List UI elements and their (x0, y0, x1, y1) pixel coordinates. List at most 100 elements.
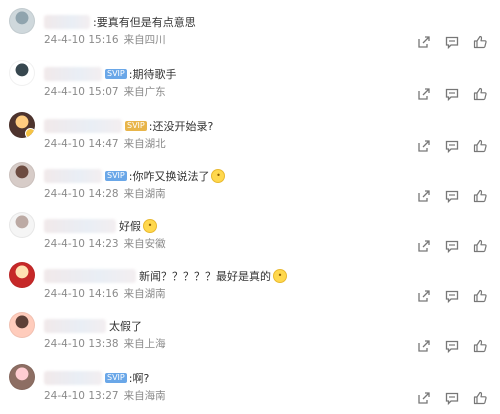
username-blurred[interactable] (44, 319, 106, 333)
comment-location: 来自湖南 (123, 188, 166, 200)
like-button[interactable] (472, 238, 488, 254)
avatar[interactable] (9, 162, 35, 188)
username-blurred[interactable] (44, 219, 116, 233)
like-icon (473, 289, 487, 303)
username-blurred[interactable] (44, 15, 90, 29)
comment-icon (445, 140, 459, 154)
comment-meta: 24-4-10 14:28 来自湖南 (44, 186, 166, 201)
comment-location: 来自安徽 (123, 238, 166, 250)
comment-meta: 24-4-10 14:16 来自湖南 (44, 286, 166, 301)
avatar[interactable] (9, 112, 35, 138)
reply-button[interactable] (444, 138, 460, 154)
share-button[interactable] (416, 86, 432, 102)
comment-line: :要真有但是有点意思 (44, 12, 196, 32)
share-button[interactable] (416, 188, 432, 204)
comment-meta: 24-4-10 13:27 来自海南 (44, 388, 166, 403)
share-button[interactable] (416, 138, 432, 154)
like-icon (473, 391, 487, 405)
comment-time: 14:23 (88, 238, 119, 250)
comment-location: 来自广东 (123, 86, 166, 98)
share-icon (418, 392, 430, 404)
avatar[interactable] (9, 262, 35, 288)
comment-row: SVIP:你咋又换说法了 • 24-4-10 14:28 来自湖南 (0, 160, 500, 212)
reply-button[interactable] (444, 288, 460, 304)
username-blurred[interactable] (44, 67, 102, 81)
comment-time: 14:28 (88, 188, 119, 200)
reply-button[interactable] (444, 390, 460, 406)
like-icon (473, 189, 487, 203)
comment-line: SVIP:啊? (44, 368, 149, 388)
reply-button[interactable] (444, 338, 460, 354)
comment-text: 好假 (119, 220, 141, 233)
avatar[interactable] (9, 8, 35, 34)
avatar[interactable] (9, 212, 35, 238)
like-button[interactable] (472, 86, 488, 102)
share-button[interactable] (416, 34, 432, 50)
comment-actions (416, 34, 488, 50)
comment-line: 新闻？？？？？最好是真的 • (44, 266, 287, 286)
like-button[interactable] (472, 390, 488, 406)
comment-location: 来自四川 (123, 34, 166, 46)
comment-text: :要真有但是有点意思 (93, 16, 196, 29)
like-button[interactable] (472, 34, 488, 50)
share-button[interactable] (416, 288, 432, 304)
comment-time: 13:38 (88, 338, 119, 350)
comment-location: 来自海南 (123, 390, 166, 402)
comment-location: 来自湖南 (123, 288, 166, 300)
comment-time: 14:47 (88, 138, 119, 150)
username-blurred[interactable] (44, 169, 102, 183)
comment-icon (445, 36, 459, 50)
comment-text: 新闻？？？？？最好是真的 (139, 270, 271, 283)
comment-icon (445, 88, 459, 102)
like-button[interactable] (472, 138, 488, 154)
comment-text: :期待歌手 (128, 68, 177, 81)
avatar[interactable] (9, 312, 35, 338)
vip-badge: SVIP (125, 121, 147, 131)
comment-date: 24-4-10 (44, 138, 85, 150)
comment-date: 24-4-10 (44, 390, 85, 402)
comment-icon (445, 290, 459, 304)
like-icon (473, 87, 487, 101)
comment-row: :要真有但是有点意思 24-4-10 15:16 来自四川 (0, 6, 500, 58)
avatar[interactable] (9, 364, 35, 390)
username-blurred[interactable] (44, 119, 122, 133)
share-icon (418, 240, 430, 252)
reply-button[interactable] (444, 34, 460, 50)
share-button[interactable] (416, 238, 432, 254)
avatar[interactable] (9, 60, 35, 86)
comment-meta: 24-4-10 15:16 来自四川 (44, 32, 166, 47)
like-icon (473, 239, 487, 253)
share-button[interactable] (416, 390, 432, 406)
vip-badge: SVIP (105, 69, 127, 79)
comment-list: :要真有但是有点意思 24-4-10 15:16 来自四川 SVIP:期待歌手 24-4… (0, 0, 500, 406)
like-button[interactable] (472, 288, 488, 304)
emoji-icon: • (211, 169, 226, 183)
reply-button[interactable] (444, 86, 460, 102)
share-icon (418, 290, 430, 302)
comment-date: 24-4-10 (44, 34, 85, 46)
like-button[interactable] (472, 338, 488, 354)
comment-actions (416, 86, 488, 102)
like-icon (473, 35, 487, 49)
share-icon (418, 190, 430, 202)
username-blurred[interactable] (44, 269, 136, 283)
comment-date: 24-4-10 (44, 238, 85, 250)
reply-button[interactable] (444, 238, 460, 254)
emoji-icon: • (143, 219, 157, 233)
comment-line: SVIP:你咋又换说法了 • (44, 166, 226, 186)
comment-actions (416, 188, 488, 204)
like-button[interactable] (472, 188, 488, 204)
like-icon (473, 139, 487, 153)
comment-line: 好假 • (44, 216, 157, 236)
comment-row: 太假了 24-4-10 13:38 来自上海 (0, 310, 500, 362)
share-icon (418, 140, 430, 152)
reply-button[interactable] (444, 188, 460, 204)
comment-line: 太假了 (44, 316, 142, 336)
comment-date: 24-4-10 (44, 188, 85, 200)
comment-icon (445, 392, 459, 406)
comment-icon (445, 340, 459, 354)
comment-time: 15:16 (88, 34, 119, 46)
comment-meta: 24-4-10 14:23 来自安徽 (44, 236, 166, 251)
share-button[interactable] (416, 338, 432, 354)
username-blurred[interactable] (44, 371, 102, 385)
